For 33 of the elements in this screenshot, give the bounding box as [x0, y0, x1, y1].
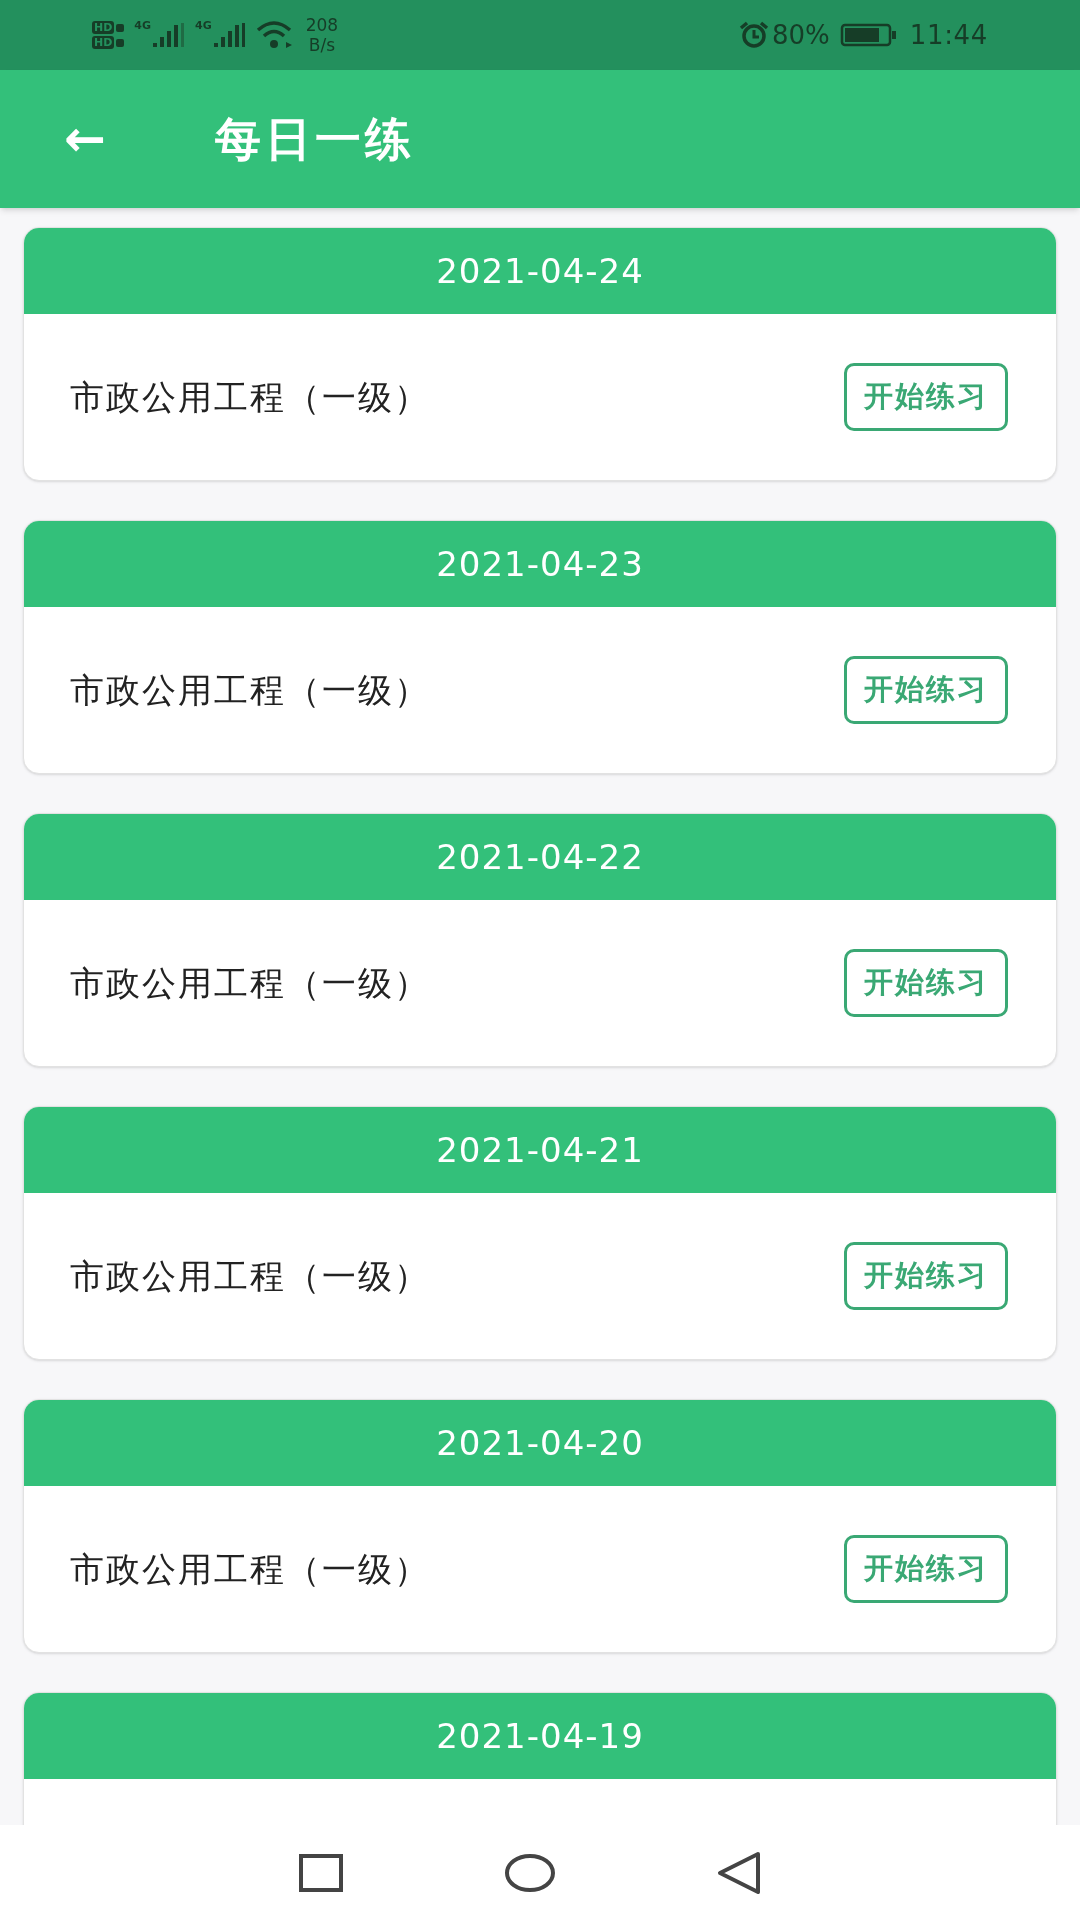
start-practice-button[interactable]: 开始练习 — [844, 949, 1008, 1017]
back-button[interactable]: ← — [55, 114, 115, 164]
sim-label: HD — [92, 21, 115, 34]
clock-time: 11:44 — [909, 18, 988, 52]
start-practice-button[interactable]: 开始练习 — [844, 1535, 1008, 1603]
battery-percent: 80% — [772, 18, 830, 52]
card-date: 2021-04-23 — [436, 542, 644, 586]
start-practice-button[interactable]: 开始练习 — [844, 1242, 1008, 1310]
subject-name: 市政公用工程（一级） — [70, 375, 430, 419]
network-speed-unit: B/s — [308, 35, 336, 55]
signal-icon — [211, 21, 246, 49]
card-date: 2021-04-20 — [436, 1421, 644, 1465]
card-date: 2021-04-24 — [436, 249, 644, 293]
network-speed: 208 — [305, 15, 339, 35]
battery-icon — [839, 23, 898, 47]
page-title: 每日一练 — [215, 110, 415, 168]
signal-icon — [151, 21, 186, 49]
card-date: 2021-04-19 — [436, 1714, 644, 1758]
alarm-icon — [739, 21, 769, 49]
recent-apps-icon[interactable] — [298, 1852, 344, 1893]
subject-name: 市政公用工程（一级） — [70, 961, 430, 1005]
home-icon[interactable] — [504, 1852, 556, 1893]
network-label: 4G — [195, 18, 212, 34]
card-date: 2021-04-22 — [436, 835, 644, 879]
subject-name: 市政公用工程（一级） — [70, 1254, 430, 1298]
start-practice-button[interactable]: 开始练习 — [844, 656, 1008, 724]
start-practice-button[interactable]: 开始练习 — [844, 363, 1008, 431]
sim-label: HD — [92, 36, 115, 49]
network-label: 4G — [134, 18, 152, 34]
card-date: 2021-04-21 — [436, 1128, 644, 1172]
subject-name: 市政公用工程（一级） — [70, 1547, 430, 1591]
subject-name: 市政公用工程（一级） — [70, 668, 430, 712]
back-icon[interactable] — [716, 1850, 762, 1895]
